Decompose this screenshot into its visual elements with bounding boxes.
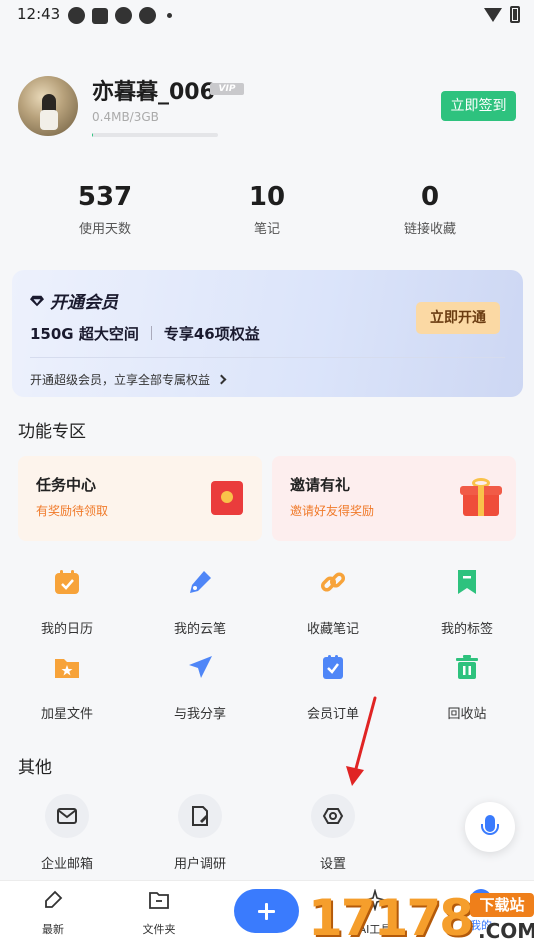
- status-time: 12:43: [17, 5, 61, 23]
- add-button[interactable]: [234, 889, 299, 933]
- other-item-settings[interactable]: 设置: [278, 794, 388, 872]
- other-item-label: 设置: [319, 857, 346, 872]
- vip-title-row: 开通会员: [30, 288, 118, 313]
- vip-subtitle-link[interactable]: 开通超级会员，立享全部专属权益: [30, 371, 227, 388]
- stat-value: 537: [77, 182, 133, 212]
- stat-label: 链接收藏: [403, 222, 456, 237]
- annotation-arrow: [346, 696, 377, 786]
- promo-title: 邀请有礼: [290, 476, 351, 494]
- vip-features: 150G 超大空间 专享46项权益: [30, 323, 260, 344]
- grid-item-favorite-notes[interactable]: 收藏笔记: [278, 568, 388, 637]
- grid-item-cloud-pen[interactable]: 我的云笔: [145, 568, 255, 637]
- more-notifications-icon: [167, 13, 172, 18]
- mail-icon: [45, 794, 89, 838]
- grid-item-tags[interactable]: 我的标签: [412, 568, 522, 637]
- storage-usage-text: 0.4MB/3GB: [92, 110, 159, 124]
- stat-notes[interactable]: 10 笔记: [202, 182, 332, 237]
- wifi-icon: [484, 7, 502, 22]
- stat-value: 10: [248, 182, 286, 212]
- nav-label: 文件夹: [142, 923, 176, 936]
- vip-feature-storage: 150G 超大空间: [30, 325, 139, 343]
- latest-icon: [45, 890, 63, 908]
- nav-folder[interactable]: 文件夹: [124, 889, 194, 937]
- vip-activate-button[interactable]: 立即开通: [416, 302, 500, 334]
- grid-item-label: 与我分享: [173, 707, 226, 722]
- promo-invite[interactable]: 邀请有礼 邀请好友得奖励: [272, 456, 516, 541]
- order-icon: [323, 655, 343, 679]
- grid-item-label: 我的日历: [40, 622, 93, 637]
- grid-item-label: 我的云笔: [173, 622, 226, 637]
- red-packet-icon: [211, 481, 243, 515]
- divider: [150, 326, 152, 340]
- gift-icon: [460, 478, 502, 518]
- promo-subtitle: 邀请好友得奖励: [290, 504, 375, 518]
- grid-item-recycle-bin[interactable]: 回收站: [412, 653, 522, 722]
- grid-item-calendar[interactable]: 我的日历: [12, 568, 122, 637]
- calendar-icon: [55, 570, 79, 594]
- watermark-tag: 下载站: [470, 893, 534, 917]
- storage-progress-bar: [92, 133, 218, 137]
- grid-item-label: 收藏笔记: [306, 622, 359, 637]
- grid-item-label: 回收站: [447, 707, 487, 722]
- stat-label: 笔记: [253, 222, 280, 237]
- watermark-number: 17178: [308, 889, 474, 947]
- diamond-icon: [30, 295, 44, 306]
- vip-title: 开通会员: [50, 293, 118, 313]
- voice-input-button[interactable]: [465, 802, 515, 852]
- vip-feature-benefits: 专享46项权益: [163, 325, 260, 343]
- username: 亦暮暮_006: [92, 80, 215, 105]
- send-icon: [189, 656, 212, 678]
- vip-badge: VIP: [210, 83, 244, 95]
- signin-button[interactable]: 立即签到: [441, 91, 516, 121]
- link-icon: [320, 572, 346, 592]
- promo-title: 任务中心: [36, 476, 97, 494]
- watermark-domain: .COM: [478, 919, 534, 943]
- vip-membership-card[interactable]: 开通会员 150G 超大空间 专享46项权益 立即开通 开通超级会员，立享全部专…: [12, 270, 523, 397]
- settings-icon: [311, 794, 355, 838]
- star-folder-icon: [55, 659, 79, 678]
- other-item-enterprise-mail[interactable]: 企业邮箱: [12, 794, 122, 872]
- stat-label: 使用天数: [78, 222, 131, 237]
- chevron-right-icon: [216, 374, 227, 385]
- section-title-other: 其他: [18, 758, 52, 778]
- grid-item-label: 加星文件: [40, 707, 93, 722]
- grid-item-shared-with-me[interactable]: 与我分享: [145, 653, 255, 722]
- nav-label: 最新: [42, 923, 64, 936]
- other-item-user-survey[interactable]: 用户调研: [145, 794, 255, 872]
- status-bar: 12:43: [0, 0, 534, 30]
- stat-value: 0: [420, 182, 440, 212]
- app-notification-icon: [115, 7, 132, 24]
- promo-subtitle: 有奖励待领取: [36, 504, 109, 518]
- vip-subtitle: 开通超级会员，立享全部专属权益: [30, 373, 211, 387]
- stat-usage-days[interactable]: 537 使用天数: [40, 182, 170, 237]
- stat-link-favorites[interactable]: 0 链接收藏: [365, 182, 495, 237]
- bookmark-icon: [458, 570, 476, 594]
- avatar[interactable]: [18, 76, 78, 136]
- battery-icon: [510, 6, 520, 23]
- system-icons: [484, 6, 520, 23]
- survey-icon: [178, 794, 222, 838]
- app-notification-icon: [68, 7, 85, 24]
- trash-icon: [456, 655, 478, 679]
- section-title-features: 功能专区: [18, 422, 86, 442]
- other-item-label: 企业邮箱: [40, 857, 93, 872]
- pen-icon: [190, 571, 211, 593]
- grid-item-starred-files[interactable]: 加星文件: [12, 653, 122, 722]
- promo-task-center[interactable]: 任务中心 有奖励待领取: [18, 456, 262, 541]
- site-watermark: 17178 下载站 .COM: [308, 883, 534, 950]
- divider: [30, 357, 505, 358]
- app-notification-icon: [139, 7, 156, 24]
- nav-latest[interactable]: 最新: [18, 889, 88, 937]
- folder-icon: [149, 892, 169, 909]
- other-item-label: 用户调研: [173, 857, 226, 872]
- app-notification-icon: [92, 7, 108, 24]
- notification-icons: [68, 7, 172, 24]
- grid-item-label: 我的标签: [440, 622, 493, 637]
